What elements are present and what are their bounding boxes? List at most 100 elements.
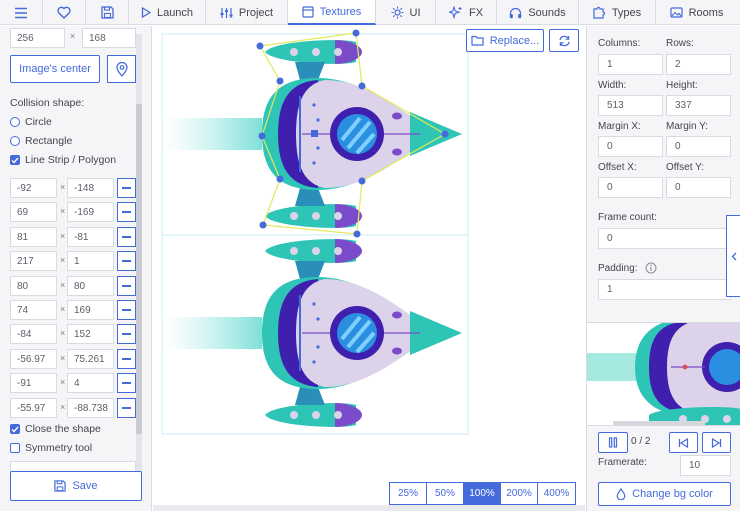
point-y-input[interactable]: -88.738 [67,398,114,418]
remove-point-button[interactable] [117,276,136,296]
point-y-input[interactable]: 4 [67,373,114,393]
favorites-button[interactable] [43,0,86,25]
next-frame-button[interactable] [702,432,731,453]
polygon-handle[interactable] [258,132,266,140]
texture-canvas[interactable]: Replace... 25% 50% 100% 200% 400% [153,26,585,511]
columns-input[interactable]: 1 [598,54,663,75]
tab-project[interactable]: Project [206,0,288,25]
polygon-handle[interactable] [353,230,361,238]
zoom-400-button[interactable]: 400% [538,483,575,504]
frame-count-input[interactable]: 0 [598,228,731,249]
close-shape-toggle[interactable]: Close the shape [10,423,101,435]
point-x-input[interactable]: 81 [10,227,57,247]
remove-point-button[interactable] [117,178,136,198]
collapse-panel-tab[interactable] [726,215,740,297]
point-x-input[interactable]: -91 [10,373,57,393]
radio-polygon[interactable] [10,155,20,165]
remove-point-button[interactable] [117,398,136,418]
canvas-scrollbar[interactable] [153,505,585,511]
point-x-input[interactable]: 80 [10,276,57,296]
tab-sounds[interactable]: Sounds [497,0,579,25]
point-x-input[interactable]: -92 [10,178,57,198]
left-scrollbar-thumb[interactable] [136,104,142,434]
point-y-input[interactable]: 1 [67,251,114,271]
change-bg-color-button[interactable]: Change bg color [598,482,731,506]
locate-button[interactable] [107,55,136,83]
height-input[interactable]: 337 [666,95,731,116]
point-x-input[interactable]: -84 [10,324,57,344]
point-y-input[interactable]: -81 [67,227,114,247]
image-width-field[interactable]: 256 [10,28,65,48]
tab-fx[interactable]: FX [436,0,497,25]
close-shape-checkbox[interactable] [10,424,20,434]
polygon-handle[interactable] [259,221,267,229]
polygon-handle[interactable] [352,29,360,37]
rows-input[interactable]: 2 [666,54,731,75]
margin-x-label: Margin X: [598,121,641,132]
point-x-input[interactable]: -56.97 [10,349,57,369]
width-input[interactable]: 513 [598,95,663,116]
radio-rectangle[interactable] [10,136,20,146]
symmetry-checkbox[interactable] [10,443,20,453]
polygon-handle[interactable] [256,42,264,50]
point-x-input[interactable]: 217 [10,251,57,271]
point-y-input[interactable]: -169 [67,202,114,222]
offset-x-input[interactable]: 0 [598,177,663,198]
point-x-input[interactable]: 69 [10,202,57,222]
shape-option-circle[interactable]: Circle [10,116,52,128]
point-y-input[interactable]: 169 [67,300,114,320]
polygon-handle[interactable] [358,177,366,185]
point-y-input[interactable]: 80 [67,276,114,296]
texture-axis-handle[interactable] [311,130,318,137]
tab-textures[interactable]: Textures [288,0,376,25]
remove-point-button[interactable] [117,300,136,320]
shape-option-polygon[interactable]: Line Strip / Polygon [10,154,116,166]
zoom-100-button[interactable]: 100% [464,483,501,504]
reload-button[interactable] [549,29,579,52]
polygon-handle[interactable] [276,77,284,85]
polygon-handle[interactable] [441,130,449,138]
tab-ui[interactable]: UI [376,0,436,25]
symmetry-tool-toggle[interactable]: Symmetry tool [10,442,92,454]
remove-point-button[interactable] [117,251,136,271]
remove-point-button[interactable] [117,349,136,369]
pause-button[interactable] [598,432,628,453]
offset-y-input[interactable]: 0 [666,177,731,198]
zoom-50-button[interactable]: 50% [427,483,464,504]
polygon-handle[interactable] [276,175,284,183]
save-project-button[interactable] [86,0,129,25]
info-icon[interactable] [645,262,657,274]
padding-input[interactable]: 1 [598,279,731,300]
zoom-200-button[interactable]: 200% [501,483,538,504]
radio-circle[interactable] [10,117,20,127]
times-sign: × [60,280,66,290]
margin-x-input[interactable]: 0 [598,136,663,157]
tab-types[interactable]: Types [579,0,656,25]
sparkles-icon [448,6,462,19]
minus-icon [122,285,131,287]
point-y-input[interactable]: -148 [67,178,114,198]
point-x-input[interactable]: 74 [10,300,57,320]
remove-point-button[interactable] [117,202,136,222]
previous-frame-button[interactable] [669,432,698,453]
menu-button[interactable] [0,0,43,25]
image-center-button[interactable]: Image's center [10,55,100,83]
shape-option-rectangle[interactable]: Rectangle [10,135,72,147]
remove-point-button[interactable] [117,373,136,393]
zoom-25-button[interactable]: 25% [390,483,427,504]
droplet-icon [616,488,626,500]
framerate-input[interactable]: 10 [680,455,731,476]
tab-launch[interactable]: Launch [129,0,206,25]
point-x-input[interactable]: -55.97 [10,398,57,418]
tab-rooms[interactable]: Rooms [656,0,737,25]
remove-point-button[interactable] [117,324,136,344]
margin-y-input[interactable]: 0 [666,136,731,157]
height-label: Height: [666,80,698,91]
point-y-input[interactable]: 75.261 [67,349,114,369]
save-button[interactable]: Save [10,471,142,501]
replace-button[interactable]: Replace... [466,29,544,52]
image-height-field[interactable]: 168 [82,28,136,48]
remove-point-button[interactable] [117,227,136,247]
point-y-input[interactable]: 152 [67,324,114,344]
polygon-handle[interactable] [358,82,366,90]
